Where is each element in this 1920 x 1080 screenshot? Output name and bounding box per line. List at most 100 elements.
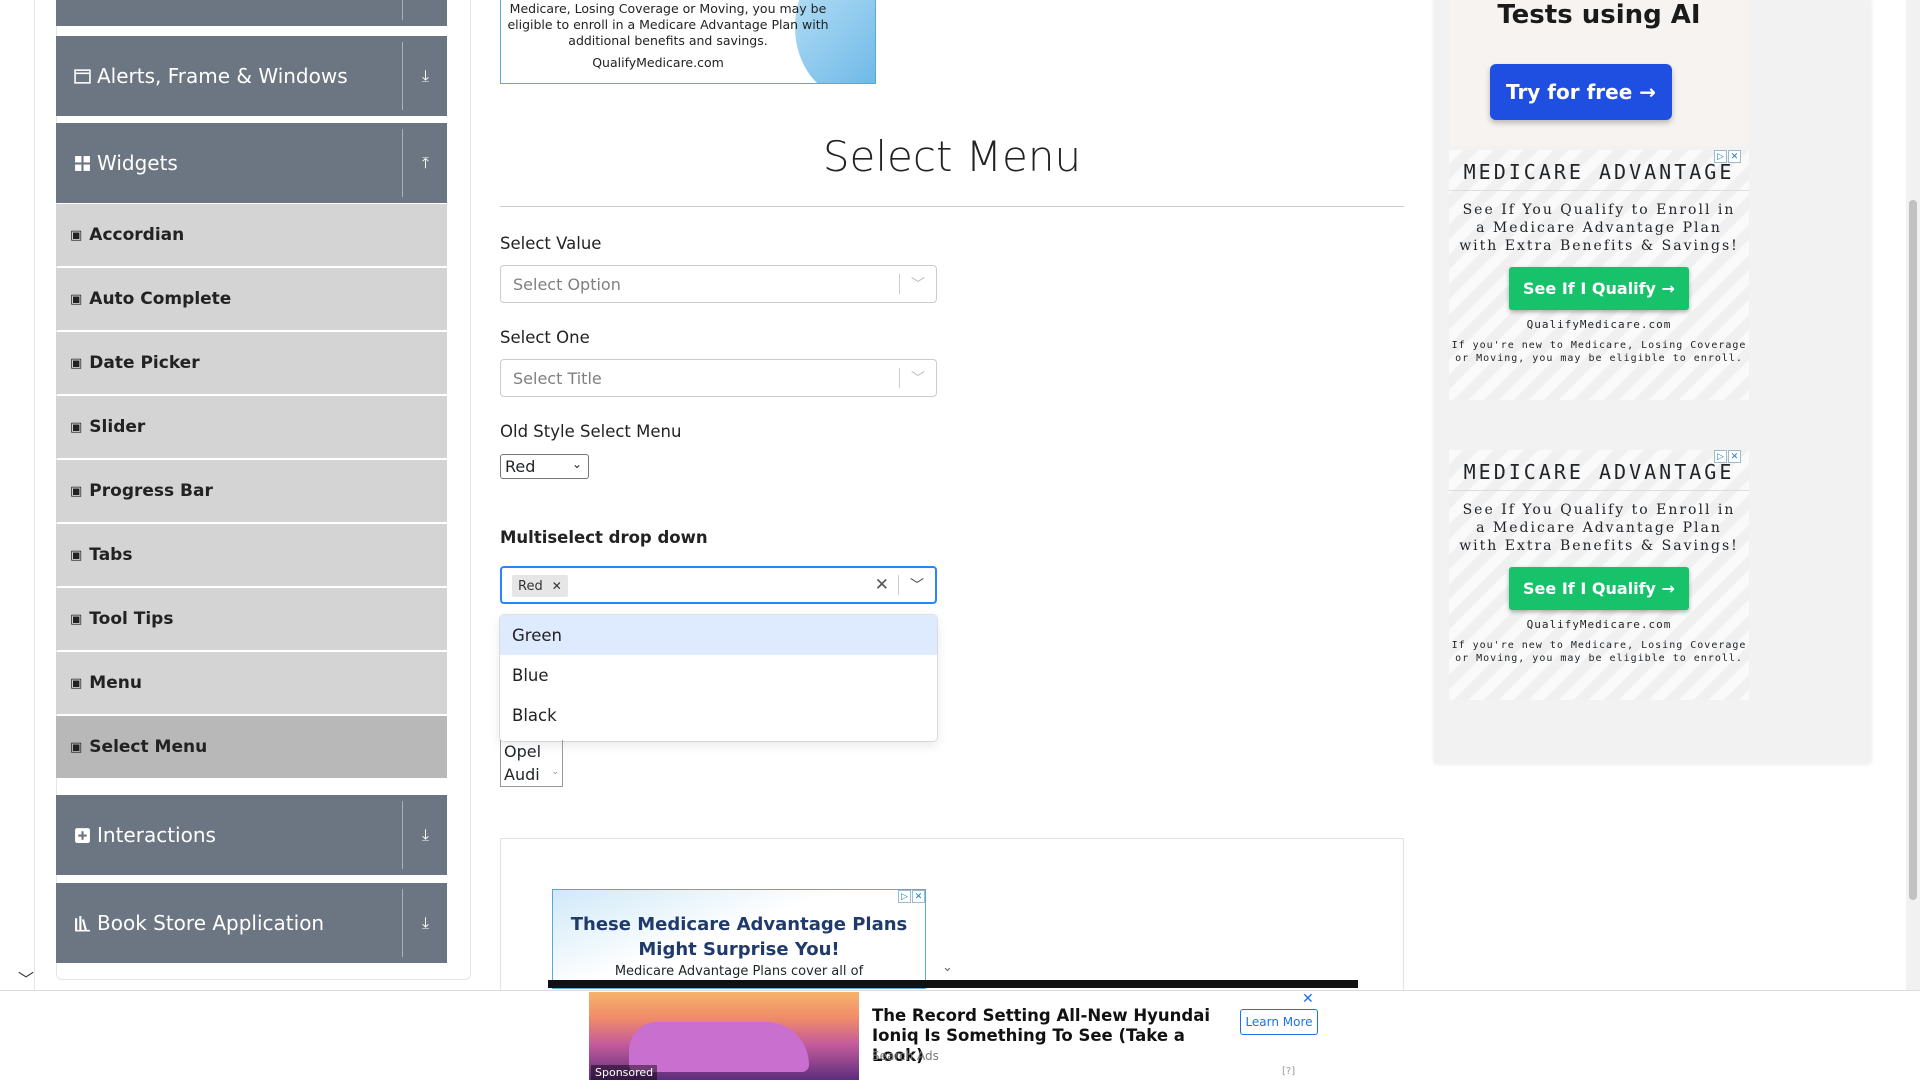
option-black[interactable]: Black xyxy=(500,695,937,735)
chevron-down-icon[interactable]: ﹀ xyxy=(899,568,935,602)
sidebar-item-menu[interactable]: ▣ Menu xyxy=(56,652,447,714)
page-title: Select Menu xyxy=(822,132,1082,181)
multiselect-menu: Green Blue Black xyxy=(500,615,937,741)
sidebar-item-progress-bar[interactable]: ▣ Progress Bar xyxy=(56,460,447,522)
ad-url: QualifyMedicare.com xyxy=(1526,318,1672,331)
ad-url: QualifyMedicare.com xyxy=(1526,618,1672,631)
ad-image[interactable]: Sponsored xyxy=(589,992,859,1080)
ad-info-icon[interactable]: [?] xyxy=(1282,1066,1295,1077)
sidebar-item-select-menu[interactable]: ▣ Select Menu xyxy=(56,716,447,778)
ad-heading: MEDICARE ADVANTAGE xyxy=(1463,160,1735,184)
scroll-down-icon[interactable]: ⌄ xyxy=(551,761,559,784)
ad-body: See If You Qualify to Enroll in a Medica… xyxy=(1459,502,1739,554)
sidebar-item-tabs[interactable]: ▣ Tabs xyxy=(56,524,447,586)
close-icon[interactable]: ✕ xyxy=(912,890,925,903)
chevron-down-icon[interactable]: ⌄ xyxy=(942,960,953,975)
item-icon: ▣ xyxy=(70,227,83,243)
ad-info-icon[interactable]: ▷ xyxy=(1714,150,1727,163)
item-icon: ▣ xyxy=(70,547,83,563)
ad-fine-print: If you're new to Medicare, Losing Covera… xyxy=(1451,640,1747,664)
old-style-select[interactable]: Red ⌄ xyxy=(500,454,589,479)
inline-medicare-ad[interactable]: ▷ ✕ These Medicare Advantage Plans Might … xyxy=(552,889,926,989)
close-icon[interactable]: ✕ xyxy=(1302,991,1314,1007)
ai-ad[interactable]: Tests using AI Try for free → xyxy=(1450,0,1748,146)
chevron-down-icon[interactable]: ﹀ xyxy=(900,360,936,396)
divider xyxy=(1449,490,1749,491)
sidebar-item-label: Auto Complete xyxy=(89,289,232,309)
ad-url: QualifyMedicare.com xyxy=(592,55,724,70)
select-value-placeholder: Select Option xyxy=(513,274,621,294)
multiselect-dropdown[interactable]: Red ✕ ✕ ﹀ xyxy=(500,566,937,604)
sidebar-group-alerts[interactable]: Alerts, Frame & Windows ⤓ xyxy=(56,36,447,116)
scrollbar-thumb[interactable] xyxy=(1909,200,1917,900)
ad-fine-print: If you're new to Medicare, Losing Covera… xyxy=(1451,340,1747,364)
group-divider xyxy=(402,0,403,20)
divider xyxy=(1449,190,1749,191)
sidebar-group-interactions[interactable]: Interactions ⤓ xyxy=(56,795,447,875)
item-icon: ▣ xyxy=(70,355,83,371)
ad-info-icon[interactable]: ▷ xyxy=(1714,450,1727,463)
clear-icon[interactable]: ✕ xyxy=(875,568,889,602)
sidebar-item-label: Select Menu xyxy=(89,737,208,757)
see-if-qualify-button[interactable]: See If I Qualify → xyxy=(1509,267,1689,310)
multiselect-tag: Red ✕ xyxy=(512,575,568,597)
chevron-down-icon: ⌄ xyxy=(571,457,582,471)
select-one-dropdown[interactable]: Select Title ﹀ xyxy=(500,359,937,397)
sidebar-group-book-store[interactable]: Book Store Application ⤓ xyxy=(56,883,447,963)
learn-more-button[interactable]: Learn More xyxy=(1240,1009,1318,1035)
window-icon xyxy=(74,68,91,84)
tag-label: Red xyxy=(518,578,543,594)
sidebar-item-accordian[interactable]: ▣ Accordian xyxy=(56,204,447,266)
sidebar-item-label: Tool Tips xyxy=(89,609,174,629)
try-free-button[interactable]: Try for free → xyxy=(1490,64,1672,120)
book-icon xyxy=(75,915,90,931)
chevron-down-icon[interactable]: ﹀ xyxy=(18,966,34,990)
old-style-label: Old Style Select Menu xyxy=(500,422,682,441)
item-icon: ▣ xyxy=(70,611,83,627)
sidebar-group-widgets[interactable]: Widgets ⤒ xyxy=(56,123,447,203)
close-icon[interactable]: ✕ xyxy=(1728,150,1741,163)
download-icon[interactable]: ⤓ xyxy=(422,36,429,116)
see-if-qualify-button[interactable]: See If I Qualify → xyxy=(1509,567,1689,610)
select-value-dropdown[interactable]: Select Option ﹀ xyxy=(500,265,937,303)
sidebar-item-auto-complete[interactable]: ▣ Auto Complete xyxy=(56,268,447,330)
close-icon[interactable]: ✕ xyxy=(1728,450,1741,463)
grid-icon xyxy=(75,155,90,171)
ai-ad-title: Tests using AI xyxy=(1497,0,1701,30)
group-divider xyxy=(402,42,403,110)
item-icon: ▣ xyxy=(70,483,83,499)
multiselect-label: Multiselect drop down xyxy=(500,528,708,547)
sidebar-item-label: Accordian xyxy=(89,225,185,245)
sidebar-group-label: Book Store Application xyxy=(97,911,325,935)
medicare-ad-1[interactable]: ▷ ✕ MEDICARE ADVANTAGE See If You Qualify… xyxy=(1449,150,1749,400)
old-style-value: Red xyxy=(505,457,536,476)
sidebar-group-label: Widgets xyxy=(97,151,178,175)
upload-icon[interactable]: ⤒ xyxy=(422,123,429,203)
download-icon[interactable]: ⤓ xyxy=(422,883,429,963)
remove-tag-icon[interactable]: ✕ xyxy=(549,579,565,593)
ad-choices[interactable]: ▷ ✕ xyxy=(1714,450,1741,463)
select-value-label: Select Value xyxy=(500,234,602,253)
group-divider xyxy=(402,801,403,869)
sidebar-item-tool-tips[interactable]: ▣ Tool Tips xyxy=(56,588,447,650)
option-blue[interactable]: Blue xyxy=(500,655,937,695)
sidebar-group-previous[interactable] xyxy=(56,0,447,26)
medicare-ad-2[interactable]: ▷ ✕ MEDICARE ADVANTAGE See If You Qualify… xyxy=(1449,450,1749,700)
download-icon[interactable]: ⤓ xyxy=(422,795,429,875)
option-green[interactable]: Green xyxy=(500,615,937,655)
ad-info-icon[interactable]: ▷ xyxy=(898,890,911,903)
sidebar-item-label: Slider xyxy=(89,417,146,437)
sidebar-item-date-picker[interactable]: ▣ Date Picker xyxy=(56,332,447,394)
ad-choices[interactable]: ▷ ✕ xyxy=(898,890,925,903)
cars-multiselect-list[interactable]: Opel Audi ⌄ xyxy=(500,740,563,787)
item-icon: ▣ xyxy=(70,675,83,691)
sidebar-item-label: Date Picker xyxy=(89,353,200,373)
sidebar-group-label: Interactions xyxy=(97,823,216,847)
ad-choices[interactable]: ▷ ✕ xyxy=(1714,150,1741,163)
sponsored-label: Sponsored xyxy=(591,1065,658,1080)
chevron-down-icon[interactable]: ﹀ xyxy=(900,266,936,302)
car-option[interactable]: Opel xyxy=(504,740,562,763)
sidebar-item-slider[interactable]: ▣ Slider xyxy=(56,396,447,458)
group-divider xyxy=(402,889,403,957)
top-ad-banner[interactable]: Medicare, Losing Coverage or Moving, you… xyxy=(500,0,876,84)
